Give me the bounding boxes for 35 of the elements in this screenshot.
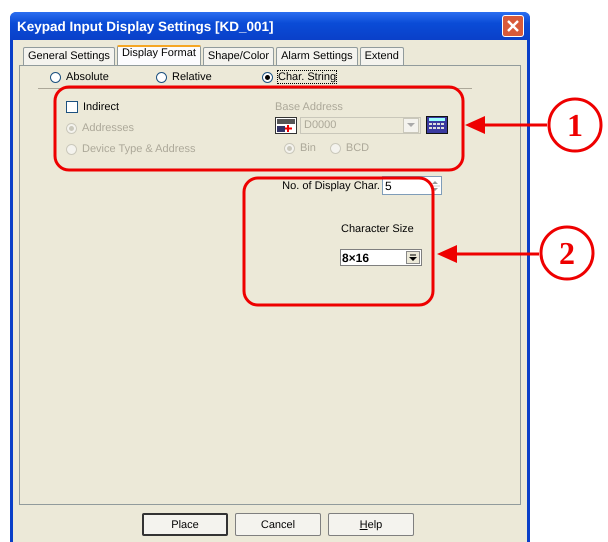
radio-button[interactable] (262, 72, 273, 82)
field-label: Base Address (275, 101, 344, 113)
callout-number: 2 (559, 235, 575, 271)
radio-label: BCD (346, 142, 370, 154)
checkbox-label: Indirect (83, 101, 120, 113)
tab[interactable]: Extend (360, 47, 404, 65)
radio-button[interactable] (156, 72, 167, 82)
checkbox[interactable] (66, 101, 78, 113)
size-dropdown[interactable]: 8×16 (340, 249, 422, 266)
caret-icon (407, 122, 415, 128)
radio-label: Device Type & Address (82, 143, 196, 155)
callout-circle (540, 226, 594, 280)
dialog-button[interactable]: Cancel (235, 513, 321, 536)
keypad-icon[interactable] (426, 116, 448, 134)
radio-label: Relative (172, 71, 212, 83)
caret-icon (409, 254, 417, 262)
radio-label: Char. String (278, 71, 336, 83)
close-icon (506, 19, 520, 33)
dialog-button[interactable]: Help (328, 513, 414, 536)
tab[interactable]: Alarm Settings (276, 47, 358, 65)
tab[interactable]: Display Format (116, 45, 201, 65)
window-title: Keypad Input Display Settings [KD_001] (16, 18, 274, 34)
tab[interactable]: Shape/Color (202, 47, 274, 65)
field-label: Character Size (341, 223, 414, 235)
radio-button[interactable] (50, 72, 61, 82)
address-icon[interactable] (275, 116, 297, 134)
tab[interactable]: General Settings (23, 47, 115, 65)
radio-label: Addresses (82, 122, 134, 134)
field-label: No. of Display Char. (282, 180, 380, 192)
dialog-button[interactable]: Place (142, 513, 228, 536)
callout-number: 1 (567, 107, 583, 143)
radio-label: Absolute (66, 71, 109, 83)
close-button[interactable] (502, 15, 524, 37)
callout-circle (548, 98, 602, 152)
radio-label: Bin (300, 142, 316, 154)
